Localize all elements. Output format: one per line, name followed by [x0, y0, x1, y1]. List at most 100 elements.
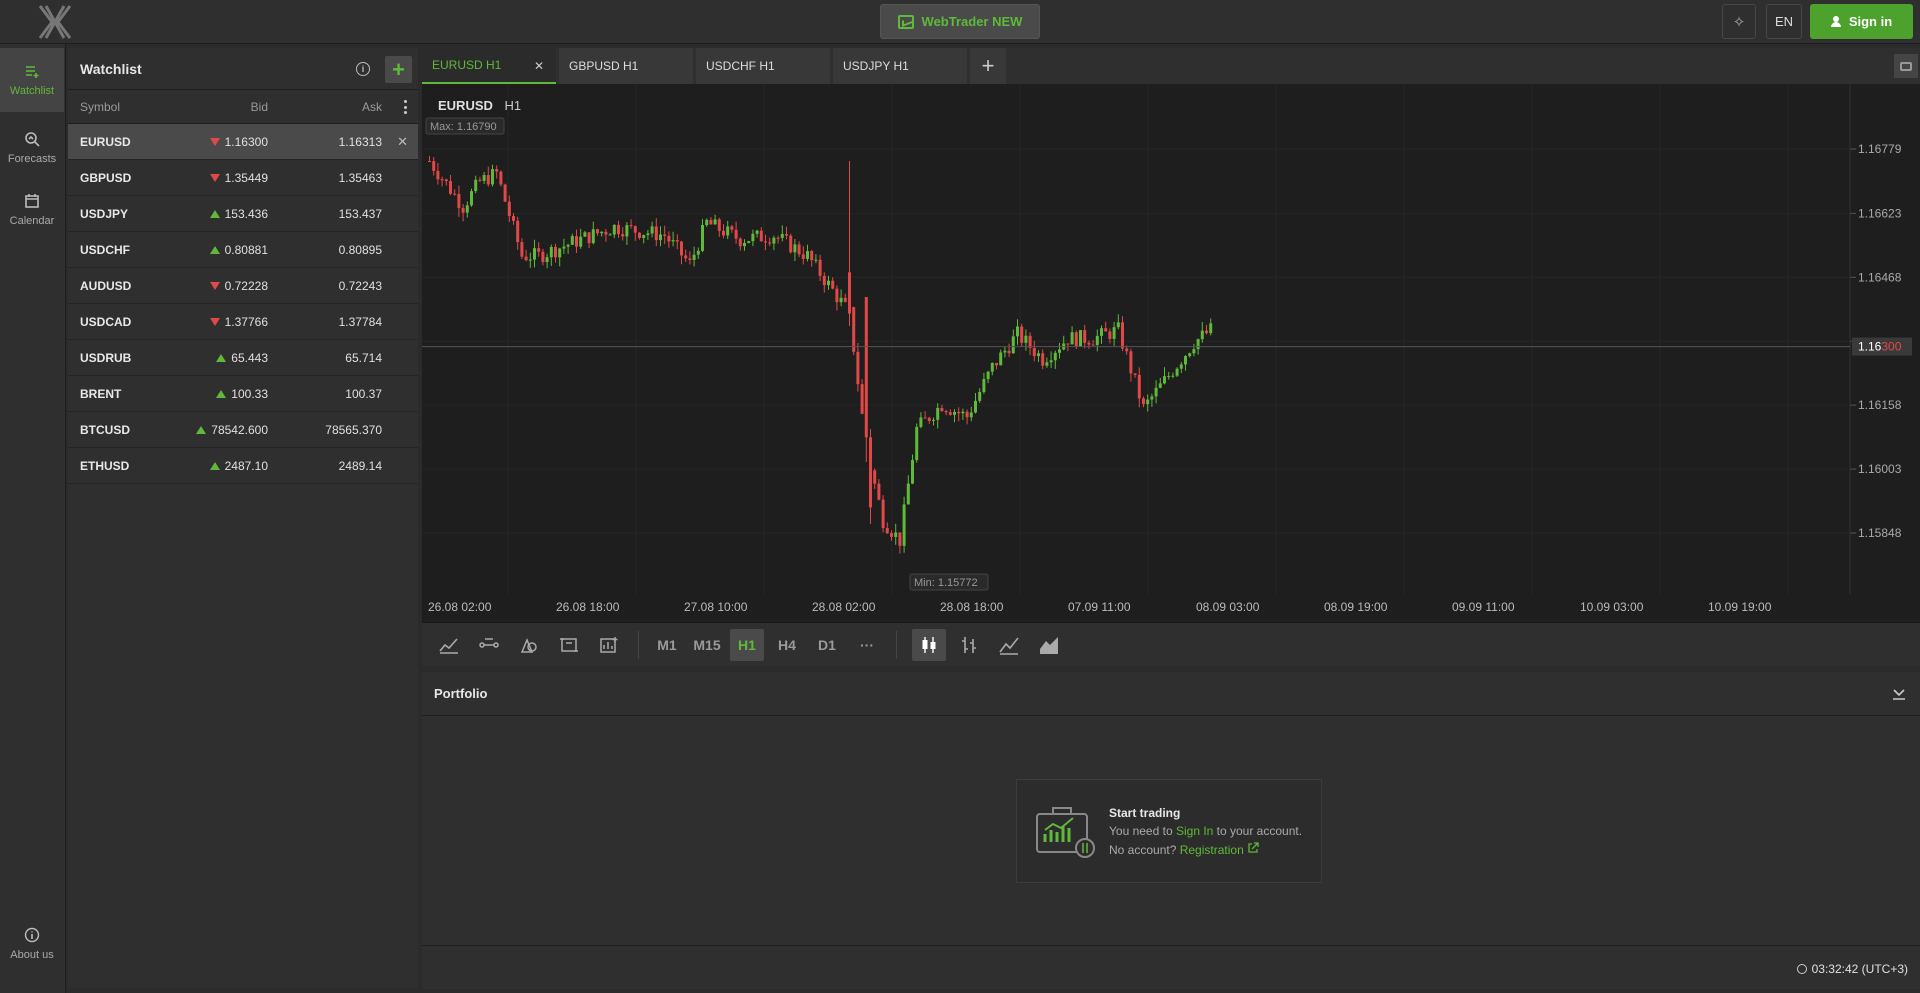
area-icon[interactable]: [1032, 629, 1066, 661]
candle-up: [915, 426, 919, 461]
more-options-icon[interactable]: [404, 100, 408, 114]
candle-down: [738, 238, 742, 247]
sign-in-button[interactable]: Sign in: [1810, 4, 1913, 39]
line-icon[interactable]: [992, 629, 1026, 661]
x-axis-label: 26.08 18:00: [556, 600, 620, 614]
webtrader-new-button[interactable]: WebTrader NEW: [880, 4, 1040, 39]
trendline-icon[interactable]: [472, 629, 506, 661]
portfolio-header: Portfolio: [422, 672, 1920, 716]
nav-calendar[interactable]: Calendar: [0, 178, 64, 242]
start-trading-title: Start trading: [1109, 806, 1181, 820]
candle-down: [486, 175, 490, 185]
candle-up: [528, 259, 532, 261]
col-ask[interactable]: Ask: [362, 100, 382, 114]
watchlist-row-audusd[interactable]: AUDUSD 0.72228 0.72243: [68, 268, 418, 304]
tab-usdchf-h1[interactable]: USDCHF H1: [696, 48, 830, 84]
x-axis-label: 07.09 11:00: [1068, 600, 1131, 614]
watchlist-row-brent[interactable]: BRENT 100.33 100.37: [68, 376, 418, 412]
tab-gbpusd-h1[interactable]: GBPUSD H1: [559, 48, 693, 84]
candle-up: [839, 297, 843, 303]
chart-timeframe: H1: [504, 98, 522, 113]
remove-symbol-icon[interactable]: ✕: [397, 134, 408, 150]
candle-down: [575, 236, 578, 247]
candle-down: [629, 225, 633, 227]
timeframe-h1[interactable]: H1: [730, 629, 764, 661]
col-bid[interactable]: Bid: [251, 100, 268, 114]
candle-up: [906, 483, 910, 505]
chart-tabs: EURUSD H1 ✕ GBPUSD H1 USDCHF H1 USDJPY H…: [422, 48, 1920, 84]
add-tab-button[interactable]: +: [970, 48, 1006, 84]
registration-link[interactable]: Registration: [1180, 843, 1244, 857]
info-icon[interactable]: i: [356, 62, 370, 76]
candle-up: [780, 233, 784, 238]
watchlist-rows: EURUSD 1.16300 1.16313 ✕ GBPUSD 1.35449 1.3546…: [68, 124, 418, 484]
tab-usdjpy-h1[interactable]: USDJPY H1: [833, 48, 967, 84]
candle-down: [1108, 331, 1112, 339]
timeframe-m15[interactable]: M15: [690, 629, 724, 661]
candle-down: [495, 169, 499, 172]
candle-down: [684, 255, 688, 259]
watchlist-row-eurusd[interactable]: EURUSD 1.16300 1.16313 ✕: [68, 124, 418, 160]
bars-icon[interactable]: [952, 629, 986, 661]
add-symbol-button[interactable]: +: [385, 56, 412, 83]
candle-down: [554, 246, 557, 258]
chart-toolbar: M1 M15 H1 H4 D1 ···: [422, 622, 1920, 666]
candle-down: [604, 231, 608, 235]
watchlist-row-gbpusd[interactable]: GBPUSD 1.35449 1.35463: [68, 160, 418, 196]
fib-icon[interactable]: [552, 629, 586, 661]
candle-up: [1184, 356, 1187, 365]
language-button[interactable]: EN: [1766, 4, 1802, 39]
row-symbol: USDCAD: [80, 314, 132, 329]
watchlist-row-ethusd[interactable]: ETHUSD 2487.10 2489.14: [68, 448, 418, 484]
close-icon[interactable]: ✕: [534, 59, 544, 73]
row-symbol: USDCHF: [80, 242, 130, 257]
candle-up: [751, 233, 755, 242]
x-axis-label: 28.08 18:00: [940, 600, 1004, 614]
watchlist-row-btcusd[interactable]: BTCUSD 78542.600 78565.370: [68, 412, 418, 448]
shapes-icon[interactable]: [512, 629, 546, 661]
watchlist-row-usdjpy[interactable]: USDJPY 153.436 153.437: [68, 196, 418, 232]
price-chart[interactable]: 1.16779 1.16623 1.16468 1.16158 1.16003 1.158…: [422, 84, 1920, 622]
row-bid: 153.436: [209, 207, 268, 221]
candle-up: [969, 412, 973, 418]
watchlist-row-usdcad[interactable]: USDCAD 1.37766 1.37784: [68, 304, 418, 340]
candle-down: [596, 229, 599, 234]
external-link-icon[interactable]: [1247, 842, 1259, 854]
col-symbol[interactable]: Symbol: [80, 100, 120, 114]
tab-eurusd-h1[interactable]: EURUSD H1 ✕: [422, 48, 556, 84]
watchlist-row-usdchf[interactable]: USDCHF 0.80881 0.80895: [68, 232, 418, 268]
candle-down: [638, 232, 641, 238]
candle-down: [801, 254, 805, 259]
timeframe-d1[interactable]: D1: [810, 629, 844, 661]
more-timeframes-button[interactable]: ···: [850, 629, 884, 661]
candle-up: [1037, 353, 1040, 357]
candle-up: [1011, 336, 1015, 354]
top-header: WebTrader NEW ✧ EN Sign in: [0, 0, 1920, 44]
y-axis-label: 1.16158: [1858, 398, 1902, 412]
candle-up: [1209, 323, 1213, 334]
indicators-icon[interactable]: [432, 629, 466, 661]
candle-up: [1112, 327, 1116, 339]
studies-icon[interactable]: [592, 629, 626, 661]
timeframe-h4[interactable]: H4: [770, 629, 804, 661]
sign-in-link[interactable]: Sign In: [1176, 824, 1213, 838]
candle-down: [516, 220, 520, 243]
brand-logo[interactable]: [30, 2, 80, 42]
screenshot-button[interactable]: [1894, 54, 1918, 78]
nav-forecasts[interactable]: Forecasts: [0, 116, 64, 180]
webtrader-label: WebTrader NEW: [921, 14, 1023, 29]
candle-up: [549, 246, 553, 258]
collapse-icon[interactable]: [1892, 686, 1906, 700]
watchlist-row-usdrub[interactable]: USDRUB 65.443 65.714: [68, 340, 418, 376]
theme-toggle-button[interactable]: ✧: [1722, 4, 1756, 39]
candle-down: [927, 417, 931, 421]
candle-down: [633, 226, 637, 233]
nav-watchlist[interactable]: Watchlist: [0, 48, 64, 112]
timeframe-m1[interactable]: M1: [650, 629, 684, 661]
row-bid-value: 78542.600: [211, 422, 268, 437]
nav-about-us[interactable]: About us: [0, 912, 64, 976]
candles-icon[interactable]: [912, 629, 946, 661]
candle-down: [1129, 351, 1133, 374]
x-axis-label: 08.09 03:00: [1196, 600, 1260, 614]
candlestick-chart[interactable]: 1.16779 1.16623 1.16468 1.16158 1.16003 1.158…: [422, 84, 1920, 622]
